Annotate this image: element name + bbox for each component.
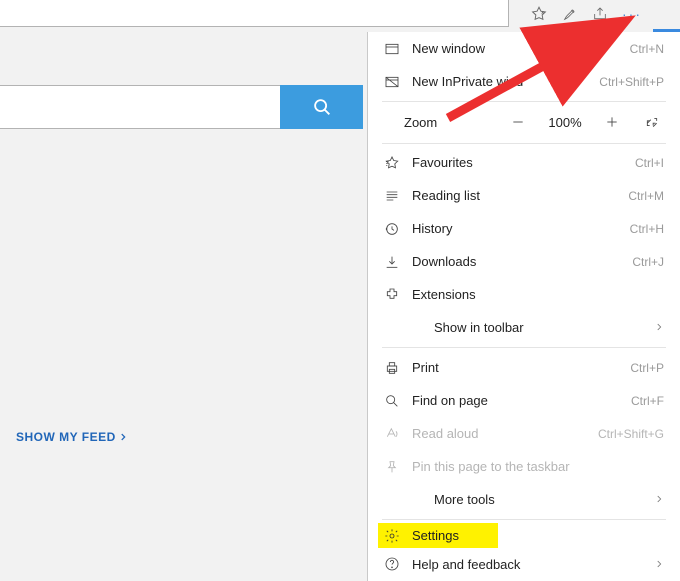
show-my-feed-link[interactable]: SHOW MY FEED [16,430,128,444]
show-my-feed-label: SHOW MY FEED [16,430,116,444]
menu-shortcut: Ctrl+P [630,361,664,375]
menu-new-inprivate[interactable]: New InPrivate wind Ctrl+Shift+P [368,65,680,98]
menu-zoom: Zoom 100% [368,105,680,140]
menu-shortcut: Ctrl+Shift+P [599,75,664,89]
menu-label: Help and feedback [412,557,644,572]
menu-label: More tools [412,492,644,507]
favourites-star-icon[interactable] [530,5,548,23]
menu-separator [382,143,666,144]
menu-shortcut: Ctrl+H [630,222,664,236]
menu-label: New window [412,41,620,56]
read-aloud-icon [382,426,402,442]
menu-label: Reading list [412,188,618,203]
more-menu-icon[interactable]: ··· [622,6,642,22]
menu-new-window[interactable]: New window Ctrl+N [368,32,680,65]
extensions-icon [382,287,402,303]
search-button[interactable] [280,85,363,129]
menu-label: Pin this page to the taskbar [412,459,664,474]
menu-downloads[interactable]: Downloads Ctrl+J [368,245,680,278]
menu-separator [382,519,666,520]
window-icon [382,41,402,57]
menu-reading-list[interactable]: Reading list Ctrl+M [368,179,680,212]
reading-list-icon [382,188,402,204]
download-icon [382,254,402,270]
menu-shortcut: Ctrl+Shift+G [598,427,664,441]
menu-label: History [412,221,620,236]
menu-settings[interactable]: Settings [378,523,498,548]
menu-history[interactable]: History Ctrl+H [368,212,680,245]
menu-shortcut: Ctrl+I [635,156,664,170]
menu-print[interactable]: Print Ctrl+P [368,351,680,384]
menu-show-in-toolbar[interactable]: Show in toolbar [368,311,680,344]
chevron-right-icon [654,320,664,335]
menu-favourites[interactable]: Favourites Ctrl+I [368,146,680,179]
search-icon [382,393,402,409]
browser-toolbar: ··· [530,0,642,27]
menu-label: Extensions [412,287,664,302]
menu-label: Find on page [412,393,621,408]
menu-label: Downloads [412,254,622,269]
menu-pin-taskbar: Pin this page to the taskbar [368,450,680,483]
menu-separator [382,347,666,348]
menu-label: Print [412,360,620,375]
chevron-right-icon [654,492,664,507]
menu-shortcut: Ctrl+N [630,42,664,56]
menu-label: Settings [412,528,482,543]
address-bar[interactable] [0,0,509,27]
star-icon [382,155,402,171]
inprivate-icon [382,74,402,90]
menu-label: Show in toolbar [412,320,644,335]
help-icon [382,556,402,572]
menu-label: Read aloud [412,426,588,441]
menu-separator [382,101,666,102]
zoom-value: 100% [544,115,586,130]
chevron-right-icon [654,557,664,572]
search-input[interactable] [0,85,280,129]
menu-help-feedback[interactable]: Help and feedback [368,548,680,581]
fullscreen-button[interactable] [638,115,666,129]
menu-extensions[interactable]: Extensions [368,278,680,311]
menu-read-aloud: Read aloud Ctrl+Shift+G [368,417,680,450]
menu-shortcut: Ctrl+J [632,255,664,269]
ink-note-icon[interactable] [562,6,578,22]
browser-more-menu: New window Ctrl+N New InPrivate wind Ctr… [367,32,680,581]
menu-label: Favourites [412,155,625,170]
gear-icon [382,528,402,544]
history-icon [382,221,402,237]
menu-label: New InPrivate wind [412,74,589,89]
menu-shortcut: Ctrl+M [628,189,664,203]
page-search-group [0,85,363,129]
share-icon[interactable] [592,6,608,22]
menu-find-on-page[interactable]: Find on page Ctrl+F [368,384,680,417]
menu-more-tools[interactable]: More tools [368,483,680,516]
zoom-label: Zoom [382,115,492,130]
zoom-in-button[interactable] [598,115,626,129]
print-icon [382,360,402,376]
pin-icon [382,459,402,475]
menu-shortcut: Ctrl+F [631,394,664,408]
zoom-out-button[interactable] [504,115,532,129]
